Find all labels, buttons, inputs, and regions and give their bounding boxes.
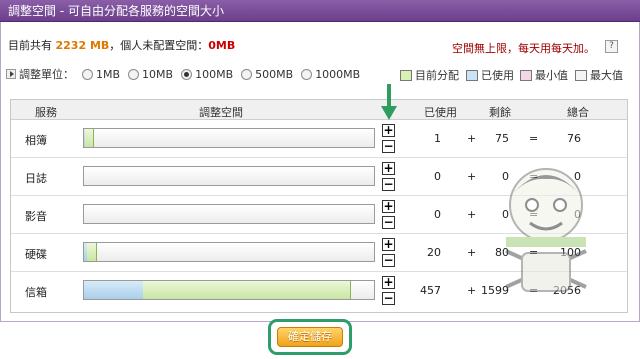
unit-option-10mb[interactable]: 10MB — [128, 68, 173, 81]
window-title: 調整空間 - 可自由分配各服務的空間大小 — [0, 0, 640, 22]
table-header: 服務 調整空間 已使用 剩餘 總合 — [11, 100, 627, 120]
unit-selector: 調整單位： 1MB 10MB 100MB 500MB 1000MB — [6, 67, 360, 81]
col-remaining: 剩餘 — [489, 106, 511, 119]
allocated-swatch-icon — [400, 69, 412, 81]
unit-option-label: 1MB — [96, 67, 121, 81]
space-slider[interactable] — [83, 166, 375, 186]
decrease-button[interactable]: − — [382, 178, 395, 191]
used-fill — [84, 281, 143, 299]
plus-sign: + — [467, 284, 477, 297]
space-slider[interactable] — [83, 204, 375, 224]
radio-icon[interactable] — [241, 68, 253, 80]
equals-sign: = — [529, 132, 539, 145]
allocated-fill — [84, 129, 94, 147]
radio-selected-icon[interactable] — [181, 68, 193, 80]
col-total: 總合 — [567, 106, 589, 119]
legend-max: 最大值 — [575, 67, 623, 83]
decrease-button[interactable]: − — [382, 292, 395, 305]
used-fill — [84, 243, 87, 261]
space-slider[interactable] — [83, 242, 375, 262]
service-name: 信箱 — [25, 286, 47, 299]
legend-label: 最大值 — [590, 69, 623, 82]
min-swatch-icon — [520, 69, 532, 81]
col-adjust: 調整空間 — [199, 106, 243, 119]
summary-middle: ，個人未配置空間： — [109, 39, 209, 52]
legend-used: 已使用 — [466, 67, 514, 83]
legend-label: 最小值 — [535, 69, 568, 82]
unit-option-1000mb[interactable]: 1000MB — [301, 68, 360, 81]
decrease-button[interactable]: − — [382, 140, 395, 153]
unit-option-100mb[interactable]: 100MB — [181, 68, 233, 81]
decrease-button[interactable]: − — [382, 216, 395, 229]
unit-label: 調整單位： — [19, 68, 74, 81]
used-value: 20 — [427, 246, 441, 259]
increase-button[interactable]: + — [382, 124, 395, 137]
service-name: 影音 — [25, 210, 47, 223]
used-value: 457 — [420, 284, 441, 297]
mascot-watermark-icon — [505, 168, 587, 292]
used-swatch-icon — [466, 69, 478, 81]
legend-label: 已使用 — [481, 69, 514, 82]
used-value: 0 — [434, 208, 441, 221]
service-name: 日誌 — [25, 172, 47, 185]
space-summary: 目前共有 2232 MB，個人未配置空間：0MB — [8, 37, 235, 53]
plus-sign: + — [467, 132, 477, 145]
increase-button[interactable]: + — [382, 238, 395, 251]
service-name: 硬碟 — [25, 248, 47, 261]
remaining-value: 75 — [495, 132, 509, 145]
legend-min: 最小值 — [520, 67, 568, 83]
help-icon[interactable]: ? — [605, 40, 618, 53]
table-row: 相簿 + − 1 + 75 = 76 — [11, 120, 627, 158]
radio-icon[interactable] — [301, 68, 313, 80]
total-value: 76 — [567, 132, 581, 145]
used-value: 1 — [434, 132, 441, 145]
legend-allocated: 目前分配 — [400, 67, 459, 83]
plus-sign: + — [467, 246, 477, 259]
decrease-button[interactable]: − — [382, 254, 395, 267]
increase-button[interactable]: + — [382, 200, 395, 213]
increase-button[interactable]: + — [382, 162, 395, 175]
plus-sign: + — [467, 208, 477, 221]
unallocated-space: 0MB — [208, 39, 236, 52]
service-name: 相簿 — [25, 134, 47, 147]
col-service: 服務 — [35, 106, 57, 119]
unlimited-notice: 空間無上限，每天用每天加。 — [452, 42, 595, 55]
total-space: 2232 MB — [55, 39, 110, 52]
max-swatch-icon — [575, 69, 587, 81]
used-value: 0 — [434, 170, 441, 183]
save-highlight: 確定儲存 — [268, 319, 352, 355]
space-slider[interactable] — [83, 128, 375, 148]
unit-option-500mb[interactable]: 500MB — [241, 68, 293, 81]
col-used: 已使用 — [424, 106, 457, 119]
plus-sign: + — [467, 170, 477, 183]
unit-option-label: 1000MB — [315, 67, 361, 81]
unit-option-label: 500MB — [255, 67, 294, 81]
radio-icon[interactable] — [82, 68, 93, 80]
legend-label: 目前分配 — [415, 69, 459, 82]
summary-prefix: 目前共有 — [8, 39, 56, 52]
play-icon — [6, 69, 16, 79]
save-button[interactable]: 確定儲存 — [277, 327, 343, 347]
radio-icon[interactable] — [128, 68, 140, 80]
used-fill — [84, 129, 85, 147]
increase-button[interactable]: + — [382, 276, 395, 289]
space-slider[interactable] — [83, 280, 375, 300]
down-arrow-icon — [381, 84, 397, 120]
unit-option-1mb[interactable]: 1MB — [82, 68, 120, 81]
unit-option-label: 10MB — [142, 67, 174, 81]
unit-option-label: 100MB — [195, 67, 234, 81]
